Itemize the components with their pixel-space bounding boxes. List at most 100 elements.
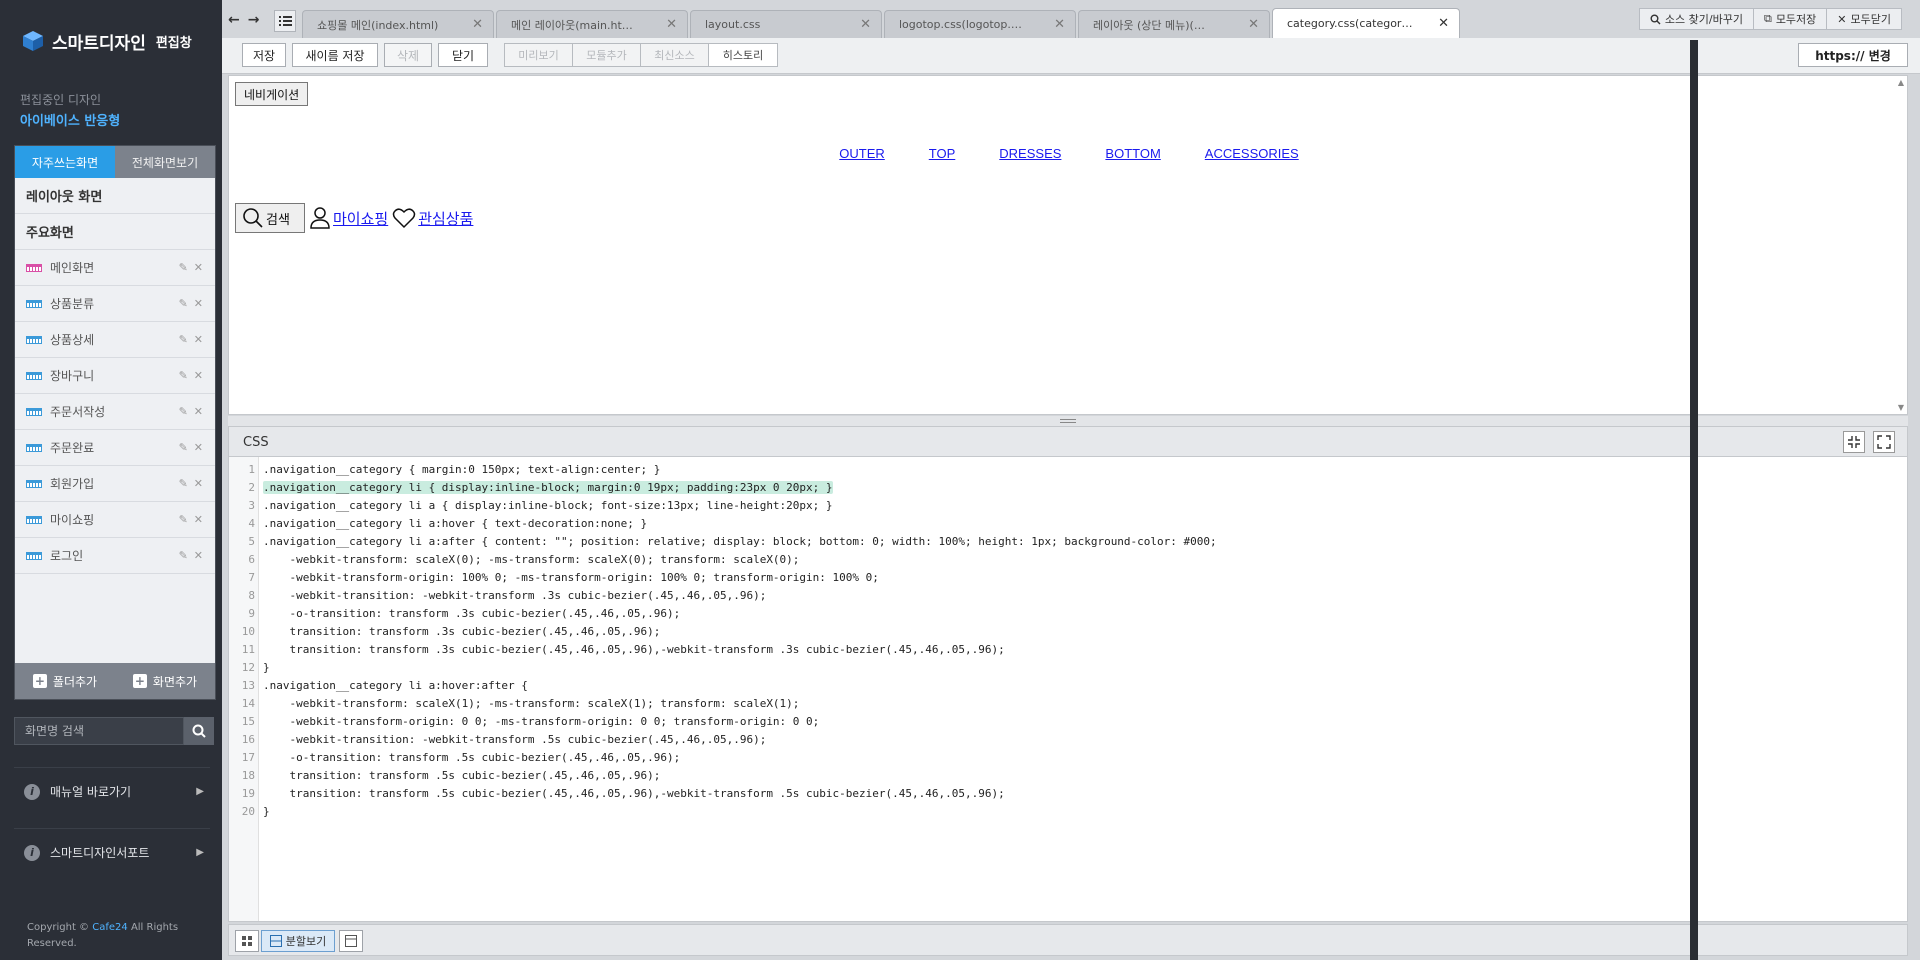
code-line[interactable]: 16 -webkit-transition: -webkit-transform… (229, 731, 1889, 749)
screen-item[interactable]: 주문서작성 ✎ ✕ (15, 394, 215, 430)
manual-link[interactable]: i 매뉴얼 바로가기 ▶ (14, 767, 210, 815)
code-line[interactable]: 10 transition: transform .3s cubic-bezie… (229, 623, 1889, 641)
close-button[interactable]: 닫기 (438, 43, 488, 67)
code-line[interactable]: 4 .navigation__category li a:hover { text… (229, 515, 1889, 533)
category-link[interactable]: DRESSES (999, 146, 1061, 161)
split-view-button[interactable]: 분할보기 (261, 930, 335, 952)
screen-item[interactable]: 마이쇼핑 ✎ ✕ (15, 502, 215, 538)
preview-scrollbar[interactable]: ▲ ▼ (1893, 76, 1907, 414)
delete-button[interactable]: 삭제 (384, 43, 432, 67)
editing-design-name[interactable]: 아이베이스 반응형 (20, 110, 120, 129)
add-module-button[interactable]: 모듈추가 (573, 44, 641, 66)
find-replace-button[interactable]: 소스 찾기/바꾸기 (1638, 8, 1754, 30)
close-icon[interactable]: ✕ (860, 17, 871, 32)
edit-pencil-icon[interactable]: ✎ (179, 369, 188, 382)
screen-item[interactable]: 주문완료 ✎ ✕ (15, 430, 215, 466)
save-button[interactable]: 저장 (242, 43, 286, 67)
tab-all-screens[interactable]: 전체화면보기 (115, 146, 215, 178)
add-folder-button[interactable]: + 폴더추가 (15, 663, 115, 699)
code-line[interactable]: 11 transition: transform .3s cubic-bezie… (229, 641, 1889, 659)
edit-pencil-icon[interactable]: ✎ (179, 549, 188, 562)
edit-pencil-icon[interactable]: ✎ (179, 477, 188, 490)
code-line[interactable]: 5 .navigation__category li a:after { cont… (229, 533, 1889, 551)
screen-item[interactable]: 장바구니 ✎ ✕ (15, 358, 215, 394)
expand-icon[interactable] (1873, 431, 1895, 453)
close-icon[interactable]: ✕ (666, 17, 677, 32)
close-icon[interactable]: ✕ (194, 513, 203, 526)
save-all-button[interactable]: ⧉ 모두저장 (1752, 8, 1828, 30)
screen-item[interactable]: 상품상세 ✎ ✕ (15, 322, 215, 358)
close-icon[interactable]: ✕ (194, 369, 203, 382)
close-icon[interactable]: ✕ (472, 17, 483, 32)
search-button[interactable] (184, 717, 214, 745)
close-icon[interactable]: ✕ (194, 441, 203, 454)
support-link[interactable]: i 스마트디자인서포트 ▶ (14, 828, 210, 876)
file-tab[interactable]: logotop.css(logotop.… ✕ (884, 10, 1076, 38)
file-tab-active[interactable]: category.css(categor… ✕ (1272, 8, 1460, 38)
preview-button[interactable]: 미리보기 (505, 44, 573, 66)
code-editor[interactable]: 1 .navigation__category { margin:0 150px;… (228, 456, 1908, 922)
screen-item[interactable]: 메인화면 ✎ ✕ (15, 250, 215, 286)
code-line[interactable]: 13 .navigation__category li a:hover:after… (229, 677, 1889, 695)
tab-list-icon[interactable] (274, 10, 296, 32)
myshop-link[interactable]: 마이쇼핑 (309, 206, 388, 230)
navigation-button[interactable]: 네비게이션 (235, 82, 309, 106)
close-icon[interactable]: ✕ (194, 333, 203, 346)
scroll-up-icon[interactable]: ▲ (1898, 78, 1904, 87)
screen-item[interactable]: 회원가입 ✎ ✕ (15, 466, 215, 502)
close-icon[interactable]: ✕ (194, 549, 203, 562)
edit-pencil-icon[interactable]: ✎ (179, 261, 188, 274)
tab-frequent-screens[interactable]: 자주쓰는화면 (15, 146, 115, 178)
close-icon[interactable]: ✕ (194, 297, 203, 310)
edit-pencil-icon[interactable]: ✎ (179, 405, 188, 418)
category-link[interactable]: BOTTOM (1105, 146, 1160, 161)
screen-item[interactable]: 상품분류 ✎ ✕ (15, 286, 215, 322)
wishlist-link[interactable]: 관심상품 (392, 207, 473, 229)
save-as-button[interactable]: 새이름 저장 (292, 43, 378, 67)
close-icon[interactable]: ✕ (1054, 17, 1065, 32)
close-icon[interactable]: ✕ (194, 477, 203, 490)
code-line[interactable]: 2 .navigation__category li { display:inli… (229, 479, 1889, 497)
single-view-icon[interactable] (339, 930, 363, 952)
add-screen-button[interactable]: + 화면추가 (115, 663, 215, 699)
history-button[interactable]: 히스토리 (709, 44, 777, 66)
code-line[interactable]: 7 -webkit-transform-origin: 100% 0; -ms-… (229, 569, 1889, 587)
code-line[interactable]: 17 -o-transition: transform .5s cubic-be… (229, 749, 1889, 767)
https-change-button[interactable]: https:// 변경 (1798, 43, 1908, 67)
code-line[interactable]: 8 -webkit-transition: -webkit-transform … (229, 587, 1889, 605)
code-line[interactable]: 18 transition: transform .5s cubic-bezie… (229, 767, 1889, 785)
copyright-brand[interactable]: Cafe24 (92, 922, 128, 933)
pane-splitter[interactable] (228, 416, 1908, 426)
close-icon[interactable]: ✕ (194, 405, 203, 418)
category-link[interactable]: OUTER (839, 146, 885, 161)
close-icon[interactable]: ✕ (1248, 17, 1259, 32)
code-line[interactable]: 3 .navigation__category li a { display:in… (229, 497, 1889, 515)
screen-search-input[interactable] (14, 717, 184, 745)
code-line[interactable]: 12} (229, 659, 1889, 677)
category-link[interactable]: ACCESSORIES (1205, 146, 1299, 161)
file-tab[interactable]: layout.css ✕ (690, 10, 882, 38)
forward-arrow-icon[interactable]: → (248, 12, 260, 28)
close-all-button[interactable]: ✕ 모두닫기 (1826, 8, 1902, 30)
preview-search-button[interactable]: 검색 (235, 203, 305, 233)
file-tab[interactable]: 메인 레이아웃(main.ht… ✕ (496, 10, 688, 38)
close-icon[interactable]: ✕ (194, 261, 203, 274)
scroll-down-icon[interactable]: ▼ (1898, 403, 1904, 412)
section-main-screens[interactable]: 주요화면 (15, 214, 215, 250)
edit-pencil-icon[interactable]: ✎ (179, 441, 188, 454)
edit-pencil-icon[interactable]: ✎ (179, 297, 188, 310)
code-line[interactable]: 1 .navigation__category { margin:0 150px;… (229, 461, 1889, 479)
collapse-icon[interactable] (1843, 431, 1865, 453)
code-line[interactable]: 6 -webkit-transform: scaleX(0); -ms-tran… (229, 551, 1889, 569)
file-tab[interactable]: 쇼핑몰 메인(index.html) ✕ (302, 10, 494, 38)
code-line[interactable]: 14 -webkit-transform: scaleX(1); -ms-tra… (229, 695, 1889, 713)
screen-item[interactable]: 로그인 ✎ ✕ (15, 538, 215, 574)
code-line[interactable]: 15 -webkit-transform-origin: 0 0; -ms-tr… (229, 713, 1889, 731)
category-link[interactable]: TOP (929, 146, 956, 161)
section-layout-screens[interactable]: 레이아웃 화면 (15, 178, 215, 214)
back-arrow-icon[interactable]: ← (228, 12, 240, 28)
close-icon[interactable]: ✕ (1438, 16, 1449, 31)
file-tab[interactable]: 레이아웃 (상단 메뉴)(… ✕ (1078, 10, 1270, 38)
edit-pencil-icon[interactable]: ✎ (179, 513, 188, 526)
grid-view-icon[interactable] (235, 930, 259, 952)
